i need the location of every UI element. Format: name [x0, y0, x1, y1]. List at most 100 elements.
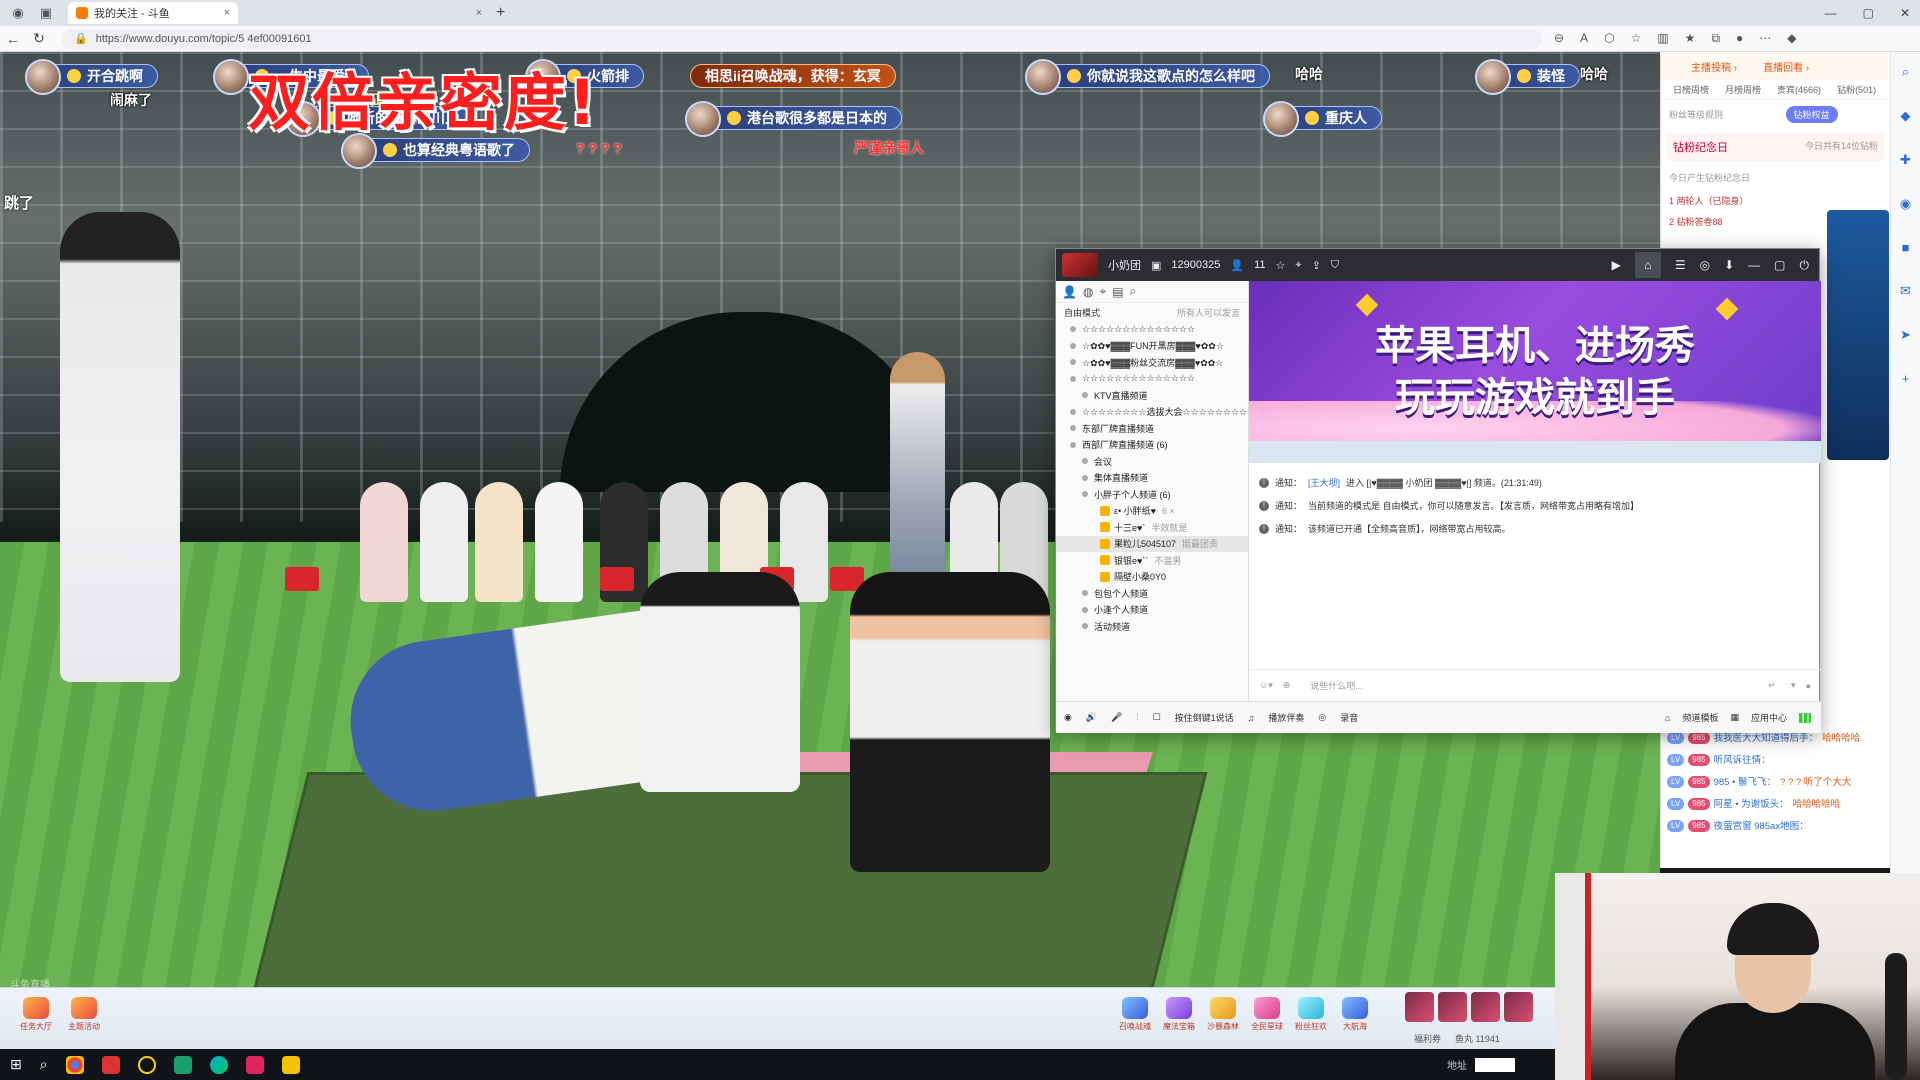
fan-rule-link[interactable]: 粉丝等级规则: [1669, 110, 1723, 120]
download-icon[interactable]: ⬇: [1724, 258, 1734, 272]
tab-inactive[interactable]: ×: [250, 2, 490, 24]
list-icon[interactable]: ☰: [1675, 258, 1686, 272]
shield-icon[interactable]: ⛉: [1331, 259, 1339, 272]
gift-thumb[interactable]: [1438, 992, 1467, 1022]
mode-select[interactable]: 自由模式: [1064, 306, 1100, 319]
tab-vip[interactable]: 贵宾(4666): [1777, 83, 1821, 96]
rank-user[interactable]: 钻粉答卷88: [1677, 217, 1723, 227]
channel-item[interactable]: 会议: [1056, 453, 1248, 470]
read-aloud-icon[interactable]: A: [1580, 31, 1588, 46]
maximize-icon[interactable]: ▢: [1863, 6, 1874, 20]
chrome-icon[interactable]: [65, 1055, 84, 1074]
games-icon[interactable]: ◉: [1900, 196, 1911, 212]
tab-daily-rank[interactable]: 日榜周榜: [1673, 83, 1709, 96]
chat-user[interactable]: 夜萤宫窗 985ax地图：: [1714, 820, 1809, 834]
more-icon[interactable]: ⋯: [1759, 31, 1771, 46]
chat-user[interactable]: 阿星 • 为谢饭头：: [1714, 798, 1789, 812]
pin-icon[interactable]: ⌖: [1295, 259, 1301, 272]
message-input[interactable]: 说些什么吧...: [1300, 679, 1758, 692]
home-icon[interactable]: ⌂: [1634, 252, 1661, 278]
chat-user[interactable]: 听风诉往情：: [1714, 754, 1771, 768]
event-button[interactable]: 主题活动: [64, 996, 104, 1032]
channel-template-button[interactable]: 频道模板: [1682, 711, 1718, 724]
chat-bubble-icon[interactable]: ◌▾: [1786, 680, 1796, 691]
record-icon[interactable]: ◎: [1318, 712, 1326, 723]
channel-item[interactable]: 西部厂牌直播频道 (6): [1056, 437, 1248, 454]
gift-forest-button[interactable]: 沙暴森林: [1203, 996, 1243, 1032]
task-hall-button[interactable]: 任务大厅: [16, 996, 56, 1032]
copilot-icon[interactable]: ◆: [1787, 31, 1796, 46]
url-field[interactable]: 🔒 https://www.douyu.com/topic/5 4ef00091…: [62, 28, 1542, 49]
grid-icon[interactable]: ▦: [1730, 712, 1739, 723]
send-icon[interactable]: ↵: [1768, 680, 1776, 691]
gift-summon-button[interactable]: 召唤战魂: [1115, 996, 1155, 1032]
image-icon[interactable]: ⊕: [1283, 680, 1291, 691]
chat-user[interactable]: 我我医大大知道得后手：: [1714, 732, 1819, 746]
diamond-benefit-badge[interactable]: 钻粉权益: [1785, 106, 1838, 123]
tab-active[interactable]: 我的关注 - 斗鱼 ×: [68, 2, 238, 24]
gift-voyage-button[interactable]: 大航海: [1335, 996, 1375, 1032]
anchor-post-link[interactable]: 主播投稿 ›: [1691, 59, 1737, 74]
tab-actions-icon[interactable]: ▣: [36, 3, 56, 23]
friends-icon[interactable]: ◍: [1083, 285, 1093, 299]
favorites-bar-icon[interactable]: ★: [1685, 31, 1696, 46]
app-icon[interactable]: [245, 1055, 264, 1074]
search-icon[interactable]: ⌕: [40, 1056, 48, 1073]
tab-diamond-fans[interactable]: 钻粉(501): [1837, 83, 1876, 96]
coupon-label[interactable]: 福利券: [1414, 1032, 1441, 1045]
channel-item[interactable]: ☆✿✿♥▓▓▓FUN开黑房▓▓▓♥✿✿☆: [1056, 338, 1248, 355]
channel-item[interactable]: 东部厂牌直播频道: [1056, 420, 1248, 437]
rank-user[interactable]: 两轮人（已隐身）: [1677, 196, 1749, 206]
split-icon[interactable]: ▥: [1657, 31, 1668, 46]
collections-icon[interactable]: ⧉: [1711, 31, 1720, 46]
gift-thumb[interactable]: [1405, 992, 1434, 1022]
chat-user[interactable]: 985 • 鬃飞飞：: [1714, 776, 1776, 790]
channel-item[interactable]: 活动频道: [1056, 618, 1248, 635]
record-dot-icon[interactable]: ●: [1806, 681, 1811, 691]
channel-item[interactable]: ☆☆☆☆☆☆☆☆☆☆☆☆☆☆: [1056, 321, 1248, 338]
app-icon[interactable]: [101, 1055, 120, 1074]
channel-item[interactable]: ☆☆☆☆☆☆☆☆选拔大会☆☆☆☆☆☆☆☆: [1056, 404, 1248, 421]
channel-item[interactable]: KTV直播频道: [1056, 387, 1248, 404]
outlook-icon[interactable]: ✉: [1900, 283, 1911, 299]
mixer-icon[interactable]: ⫶: [1136, 712, 1138, 723]
tab-monthly-rank[interactable]: 月榜周榜: [1725, 83, 1761, 96]
maximize-icon[interactable]: ▢: [1774, 258, 1785, 272]
gift-thumb[interactable]: [1471, 992, 1500, 1022]
send-icon[interactable]: ➤: [1900, 327, 1911, 343]
gift-magic-box-button[interactable]: 魔法宝箱: [1159, 996, 1199, 1032]
edge-icon[interactable]: [209, 1055, 228, 1074]
close-window-icon[interactable]: ✕: [1900, 6, 1910, 20]
tab-close-icon[interactable]: ×: [476, 7, 482, 19]
mic-icon[interactable]: 🎤: [1111, 712, 1122, 723]
profile-icon[interactable]: ◉: [8, 3, 28, 23]
avatar[interactable]: ◉: [1064, 712, 1072, 723]
office-icon[interactable]: ■: [1902, 240, 1910, 255]
speaker-icon[interactable]: 🔊: [1086, 712, 1097, 723]
share-icon[interactable]: ⇪: [1312, 259, 1321, 272]
tab-close-icon[interactable]: ×: [224, 7, 230, 19]
location-icon[interactable]: ⌖: [1099, 284, 1106, 299]
side-ad-banner[interactable]: [1827, 210, 1889, 460]
minimize-icon[interactable]: —: [1825, 6, 1837, 20]
zoom-icon[interactable]: ⊖: [1554, 31, 1564, 46]
channel-user[interactable]: 果粒儿5045107 挺最团贡: [1056, 535, 1248, 552]
douyu-app-icon[interactable]: [281, 1055, 300, 1074]
accompany-button[interactable]: 播放伴奏: [1268, 711, 1304, 724]
channel-item[interactable]: 小逢个人频道: [1056, 602, 1248, 619]
gift-carnival-button[interactable]: 粉丝狂欢: [1291, 996, 1331, 1032]
channel-user[interactable]: ε• 小胖纸♥ 6 ×: [1056, 503, 1248, 520]
gamepad-icon[interactable]: ◎: [1700, 258, 1710, 272]
template-icon[interactable]: ⌂: [1665, 713, 1670, 723]
channel-user[interactable]: 隔壁小桑0Y0: [1056, 569, 1248, 586]
emoji-icon[interactable]: ☺▾: [1259, 680, 1273, 691]
channel-item[interactable]: 集体直播频道: [1056, 470, 1248, 487]
promo-banner[interactable]: 苹果耳机、进场秀 玩玩游戏就到手: [1249, 281, 1821, 441]
record-button[interactable]: 录音: [1340, 711, 1358, 724]
back-icon[interactable]: ←: [0, 31, 26, 47]
favorite-icon[interactable]: ☆: [1631, 31, 1642, 46]
search-icon[interactable]: ⌕: [1902, 64, 1909, 80]
tools-icon[interactable]: ✚: [1900, 152, 1911, 168]
profile-sync-icon[interactable]: ●: [1736, 31, 1743, 46]
windows-start-icon[interactable]: ⊞: [10, 1056, 22, 1073]
